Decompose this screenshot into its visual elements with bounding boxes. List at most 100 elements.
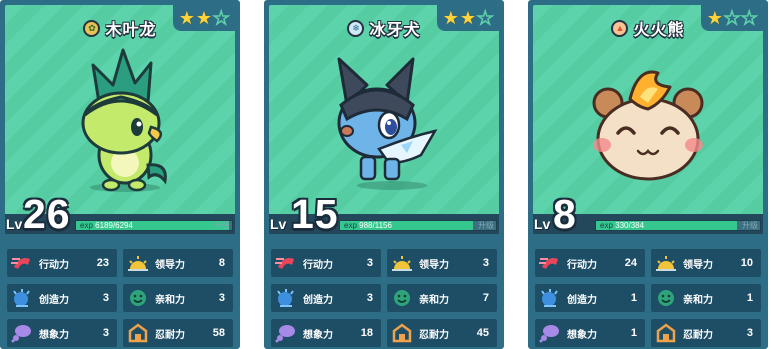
thought-icon [9, 322, 35, 344]
stat-value: 1 [746, 292, 753, 304]
brain-icon [537, 287, 563, 309]
stat-value: 3 [482, 257, 489, 269]
stat-value: 7 [482, 292, 489, 304]
level-bar: Lv 8 exp 330/384 升级 [533, 194, 763, 235]
brain-icon [9, 287, 35, 309]
stat-affinity: 亲和力 3 [123, 284, 233, 312]
stat-label: 创造力 [303, 294, 333, 306]
stat-value: 24 [624, 257, 637, 269]
stat-affinity: 亲和力 7 [387, 284, 497, 312]
stat-value: 3 [746, 327, 753, 339]
stat-value: 3 [102, 327, 109, 339]
stat-label: 想象力 [39, 329, 69, 341]
stat-action: 行动力 24 [535, 249, 645, 277]
stat-imagination: 想象力 1 [535, 319, 645, 347]
stat-label: 行动力 [39, 259, 69, 271]
snowflake-icon: ❄ [347, 19, 365, 37]
stat-label: 亲和力 [683, 294, 713, 306]
stat-value: 3 [366, 292, 373, 304]
shield-icon [389, 322, 415, 344]
level-label: Lv [6, 216, 23, 232]
exp-current: 6189 [95, 221, 113, 230]
stat-label: 忍耐力 [155, 329, 185, 341]
level-value: 26 [23, 191, 71, 237]
stat-value: 58 [212, 327, 225, 339]
sun-icon [125, 252, 151, 274]
star-filled-icon: ★ [178, 8, 195, 28]
stat-value: 23 [96, 257, 109, 269]
star-filled-icon: ★ [459, 8, 477, 28]
sun-icon [653, 252, 679, 274]
exp-max: /1156 [372, 221, 392, 230]
star-filled-icon: ★ [195, 8, 213, 28]
stat-leadership: 领导力 10 [651, 249, 761, 277]
creature-name: 火火熊 [633, 22, 685, 39]
stat-value: 1 [630, 327, 637, 339]
stat-value: 3 [218, 292, 225, 304]
stat-endurance: 忍耐力 58 [123, 319, 233, 347]
creature-name: 冰牙犬 [369, 22, 421, 39]
creature-card[interactable]: ❄ 冰牙犬 ★ ★ ★ Lv 15 exp 988/1156 升级 行动力 3 … [264, 0, 504, 349]
leaf-icon: ✿ [83, 19, 101, 37]
stat-value: 1 [630, 292, 637, 304]
brain-icon [273, 287, 299, 309]
upgrade-button[interactable]: 升级 [214, 221, 230, 230]
stat-imagination: 想象力 3 [7, 319, 117, 347]
smile-icon [389, 287, 415, 309]
exp-label: exp [80, 221, 93, 230]
stat-label: 忍耐力 [683, 329, 713, 341]
creature-name: 木叶龙 [105, 22, 157, 39]
fire-bear-creature [592, 70, 704, 181]
stat-label: 行动力 [567, 259, 597, 271]
stat-label: 领导力 [419, 259, 449, 271]
experience-bar: exp 330/384 升级 [595, 220, 761, 231]
shield-icon [653, 322, 679, 344]
creature-card[interactable]: ▲ 火火熊 ★ ★ ★ Lv 8 exp 330/384 升级 行动力 24 领… [528, 0, 768, 349]
stat-value: 18 [360, 327, 373, 339]
exp-current: 330 [615, 221, 629, 230]
stat-leadership: 领导力 3 [387, 249, 497, 277]
exp-label: exp [600, 221, 613, 230]
stat-action: 行动力 23 [7, 249, 117, 277]
star-filled-icon: ★ [442, 8, 459, 28]
flame-icon: ▲ [611, 19, 629, 37]
experience-text: exp 988/1156 [344, 221, 392, 230]
experience-bar: exp 988/1156 升级 [339, 220, 497, 231]
upgrade-button[interactable]: 升级 [742, 221, 758, 230]
stat-label: 想象力 [567, 329, 597, 341]
running-icon [537, 252, 563, 274]
exp-label: exp [344, 221, 357, 230]
stat-label: 亲和力 [155, 294, 185, 306]
stat-endurance: 忍耐力 45 [387, 319, 497, 347]
running-icon [9, 252, 35, 274]
stat-label: 忍耐力 [419, 329, 449, 341]
star-rating: ★ ★ ★ [437, 5, 499, 31]
level-value: 8 [553, 191, 577, 237]
star-empty-icon: ★ [723, 8, 741, 28]
leaf-dragon-creature [81, 48, 167, 192]
experience-text: exp 330/384 [600, 221, 644, 230]
star-rating: ★ ★ ★ [701, 5, 763, 31]
stat-label: 创造力 [39, 294, 69, 306]
star-rating: ★ ★ ★ [173, 5, 235, 31]
stat-label: 领导力 [155, 259, 185, 271]
stat-creativity: 创造力 1 [535, 284, 645, 312]
stat-imagination: 想象力 18 [271, 319, 381, 347]
exp-max: /384 [628, 221, 645, 230]
stat-value: 10 [740, 257, 753, 269]
creature-card[interactable]: ✿ 木叶龙 ★ ★ ★ Lv 26 exp 6189/6294 升级 行动力 2… [0, 0, 240, 349]
exp-max: /6294 [112, 221, 133, 230]
stat-value: 45 [476, 327, 489, 339]
stat-affinity: 亲和力 1 [651, 284, 761, 312]
shield-icon [125, 322, 151, 344]
exp-current: 988 [359, 221, 373, 230]
smile-icon [125, 287, 151, 309]
level-value: 15 [291, 191, 339, 237]
upgrade-button[interactable]: 升级 [478, 221, 494, 230]
sun-icon [389, 252, 415, 274]
experience-bar: exp 6189/6294 升级 [75, 220, 233, 231]
stat-action: 行动力 3 [271, 249, 381, 277]
star-empty-icon: ★ [740, 8, 758, 28]
ice-wolf-creature [337, 57, 438, 181]
smile-icon [653, 287, 679, 309]
